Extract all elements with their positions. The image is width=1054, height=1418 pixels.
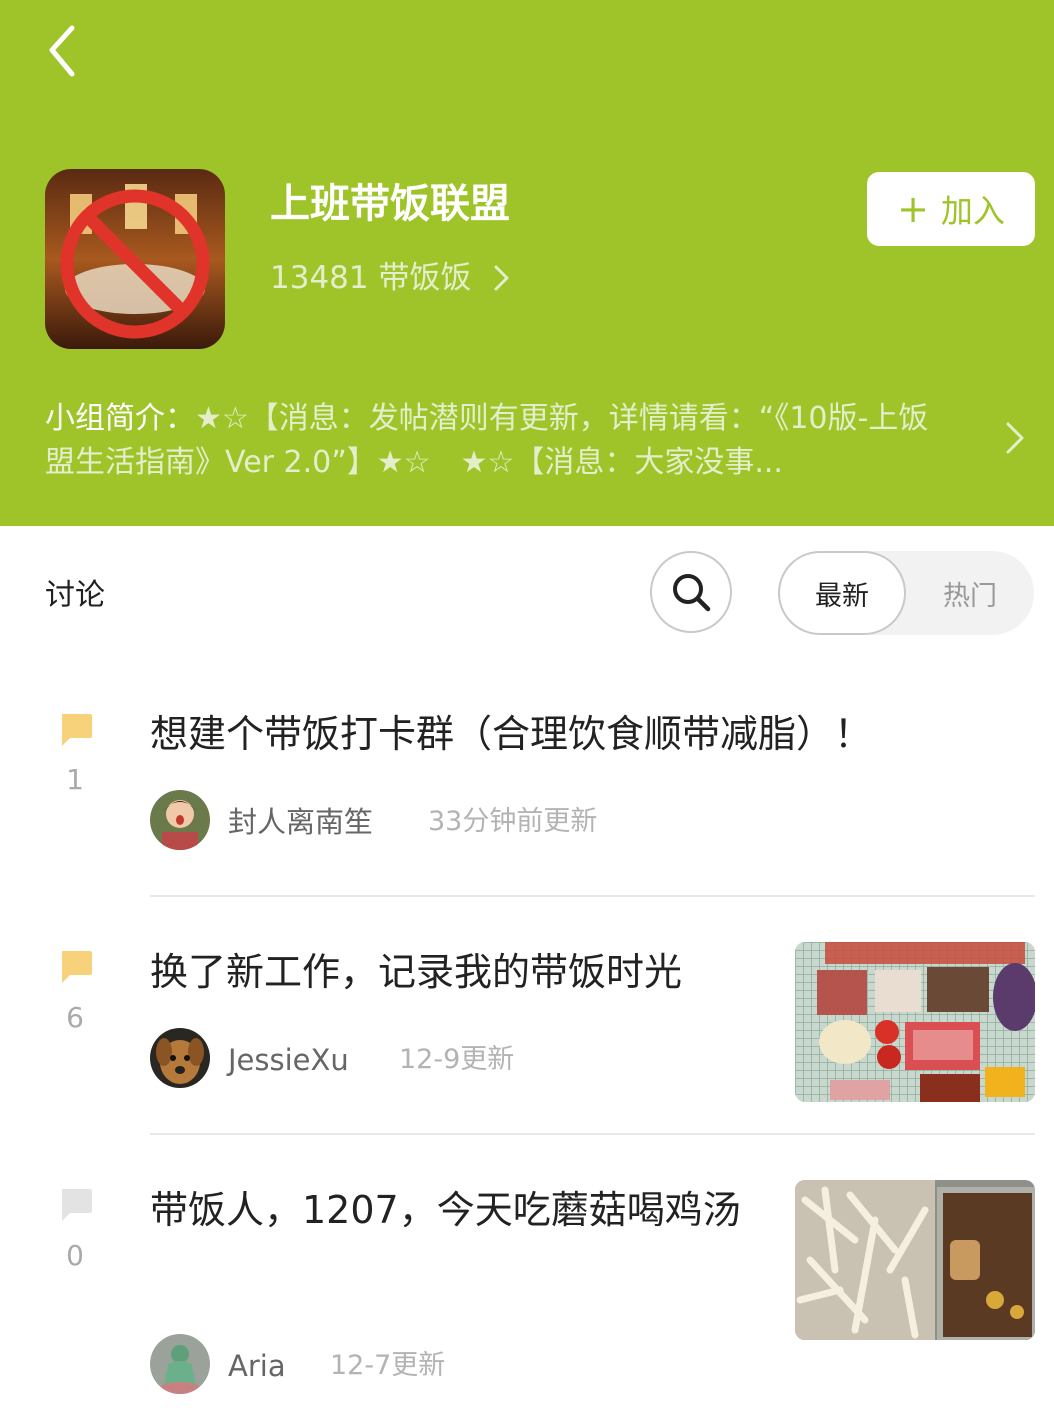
divider	[150, 1133, 1035, 1135]
sort-latest-tab[interactable]: 最新	[778, 551, 906, 635]
post-author[interactable]: 封人离南笙	[228, 800, 373, 844]
post-author[interactable]: JessieXu	[228, 1038, 349, 1082]
intro-label: 小组简介：	[45, 401, 195, 436]
member-count: 13481 带饭饭	[270, 260, 472, 296]
avatar[interactable]	[150, 1334, 210, 1394]
discussion-title: 讨论	[45, 578, 105, 613]
search-button[interactable]	[650, 551, 732, 633]
post-title[interactable]: 带饭人，1207，今天吃蘑菇喝鸡汤	[150, 1176, 750, 1244]
post-title[interactable]: 想建个带饭打卡群（合理饮食顺带减脂）！	[150, 700, 1010, 768]
group-header: 上班带饭联盟 13481 带饭饭 + 加入 小组简介：★☆【消息：发帖潜则有更新…	[0, 0, 1054, 526]
join-label: 加入	[940, 192, 1005, 230]
sort-hot-tab[interactable]: 热门	[906, 551, 1034, 635]
group-name: 上班带饭联盟	[270, 181, 510, 227]
post-time: 33分钟前更新	[428, 806, 598, 837]
comment-icon	[62, 714, 92, 746]
divider	[150, 895, 1035, 897]
member-count-link[interactable]: 13481 带饭饭	[270, 256, 517, 300]
post-time: 12-7更新	[330, 1350, 446, 1381]
search-icon	[673, 574, 711, 612]
post-thumbnail[interactable]	[795, 942, 1035, 1102]
comment-icon	[62, 951, 92, 983]
avatar[interactable]	[150, 790, 210, 850]
comment-count: 0	[66, 1239, 84, 1272]
post-thumbnail[interactable]	[795, 1180, 1035, 1340]
plus-icon: +	[897, 187, 929, 231]
post-author[interactable]: Aria	[228, 1344, 286, 1388]
join-button[interactable]: + 加入	[867, 172, 1035, 246]
group-avatar	[45, 169, 225, 349]
comment-count: 6	[66, 1001, 84, 1034]
group-intro[interactable]: 小组简介：★☆【消息：发帖潜则有更新，详情请看：“《10版-上饭盟生活指南》Ve…	[45, 397, 955, 485]
back-button[interactable]	[40, 24, 84, 80]
sort-toggle: 最新 热门	[778, 551, 1034, 635]
intro-chevron-right-icon[interactable]	[1000, 418, 1030, 458]
comment-icon	[62, 1189, 92, 1221]
avatar[interactable]	[150, 1028, 210, 1088]
post-time: 12-9更新	[399, 1044, 515, 1075]
comment-count: 1	[66, 763, 84, 796]
chevron-right-icon	[494, 265, 509, 291]
post-title[interactable]: 换了新工作，记录我的带饭时光	[150, 938, 770, 1006]
back-arrow-icon	[49, 25, 75, 77]
